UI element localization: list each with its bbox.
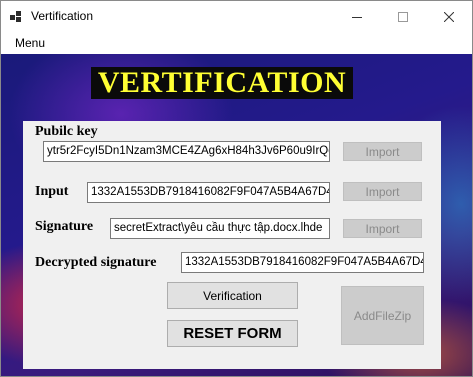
import-input-button[interactable]: Import (343, 182, 422, 201)
verification-button[interactable]: Verification (167, 282, 298, 309)
close-icon (444, 11, 454, 22)
reset-form-button[interactable]: RESET FORM (167, 320, 298, 347)
close-button[interactable] (426, 1, 472, 32)
add-file-zip-button[interactable]: AddFileZip (341, 286, 424, 345)
maximize-button[interactable] (380, 1, 426, 32)
decrypted-signature-field[interactable]: 1332A1553DB7918416082F9F047A5B4A67D434C6 (181, 252, 424, 273)
app-window: Vertification Menu VERTIFICATION Pubilc … (0, 0, 473, 377)
menu-bar: Menu (1, 32, 472, 54)
decrypted-signature-label: Decrypted signature (35, 255, 157, 270)
import-public-key-button[interactable]: Import (343, 142, 422, 161)
menu-item-menu[interactable]: Menu (15, 36, 45, 50)
import-signature-button[interactable]: Import (343, 219, 422, 238)
public-key-label: Pubilc key (35, 124, 98, 139)
public-key-field[interactable]: ytr5r2FcyI5Dn1Nzam3MCE4ZAg6xH84h3Jv6P60u… (43, 141, 330, 162)
window-title: Vertification (31, 9, 94, 23)
input-field[interactable]: 1332A1553DB7918416082F9F047A5B4A67D434C6 (87, 182, 330, 203)
input-label: Input (35, 184, 69, 199)
page-title: VERTIFICATION (91, 67, 353, 99)
client-area: VERTIFICATION Pubilc key ytr5r2FcyI5Dn1N… (1, 54, 472, 376)
app-icon (10, 11, 21, 22)
signature-field[interactable]: secretExtract\yêu cầu thực tập.docx.lhde (110, 218, 330, 239)
maximize-icon (398, 11, 408, 22)
minimize-button[interactable] (334, 1, 380, 32)
signature-label: Signature (35, 219, 94, 234)
minimize-icon (352, 16, 362, 18)
form-panel: Pubilc key ytr5r2FcyI5Dn1Nzam3MCE4ZAg6xH… (23, 121, 441, 369)
title-bar: Vertification (1, 1, 472, 32)
